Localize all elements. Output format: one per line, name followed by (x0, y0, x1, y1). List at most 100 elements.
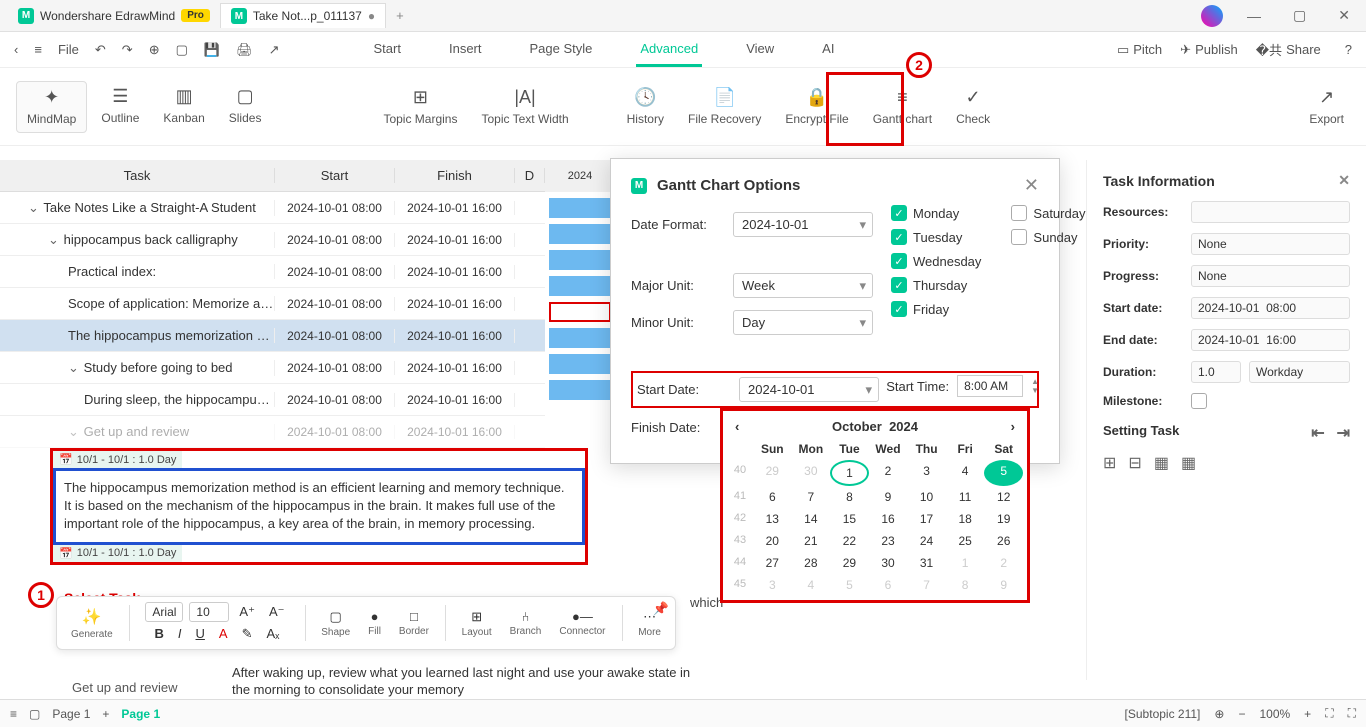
calendar-day[interactable]: 20 (753, 530, 792, 552)
monday-check[interactable]: ✓ (891, 205, 907, 221)
col-task[interactable]: Task (0, 168, 275, 183)
topic-text-width-button[interactable]: |A|Topic Text Width (471, 82, 578, 132)
table-row[interactable]: The hippocampus memorization me...2024-1… (0, 320, 545, 352)
start-date-value[interactable]: 2024-10-01 08:00 (1191, 297, 1350, 319)
italic-button[interactable]: I (174, 624, 186, 644)
maximize-button[interactable]: ▢ (1285, 3, 1314, 28)
user-avatar[interactable] (1201, 5, 1223, 27)
calendar-day[interactable]: 10 (907, 486, 946, 508)
table-row[interactable]: ⌄ Get up and review2024-10-01 08:002024-… (0, 416, 545, 448)
zoom-reset[interactable]: ⊕ (1214, 707, 1224, 721)
start-time-input[interactable]: 8:00 AM (957, 375, 1023, 397)
zoom-value[interactable]: 100% (1259, 707, 1290, 721)
zoom-in[interactable]: + (1304, 707, 1311, 721)
generate-button[interactable]: ✨ Generate (65, 607, 119, 640)
wednesday-check[interactable]: ✓ (891, 253, 907, 269)
panel-close[interactable]: ✕ (1338, 172, 1350, 189)
topic-margins-button[interactable]: ⊞Topic Margins (373, 82, 467, 132)
calendar-prev[interactable]: ‹ (735, 419, 739, 434)
calendar-day[interactable]: 29 (753, 460, 792, 486)
history-button[interactable]: 🕓History (617, 82, 674, 132)
calendar-day[interactable]: 3 (753, 574, 792, 596)
table-row[interactable]: Scope of application: Memorize all t...2… (0, 288, 545, 320)
font-size-select[interactable]: 10 (189, 602, 229, 622)
help-button[interactable]: ? (1339, 38, 1358, 61)
calendar-day[interactable]: 25 (946, 530, 985, 552)
gantt-bar[interactable] (549, 224, 611, 244)
open-button[interactable]: ▢ (170, 38, 194, 62)
add-tab-button[interactable]: + (386, 4, 414, 27)
major-unit-select[interactable]: Week (733, 273, 873, 298)
connector-button[interactable]: ●—Connector (553, 609, 611, 637)
table-row[interactable]: ⌄ Study before going to bed2024-10-01 08… (0, 352, 545, 384)
redo-button[interactable]: ↷ (116, 38, 139, 62)
calendar-day[interactable]: 31 (907, 552, 946, 574)
font-color-button[interactable]: A (215, 624, 232, 644)
font-decrease[interactable]: A⁻ (265, 602, 289, 622)
slides-button[interactable]: ▢Slides (219, 81, 272, 133)
calendar-day[interactable]: 21 (792, 530, 831, 552)
table-row[interactable]: Practical index:2024-10-01 08:002024-10-… (0, 256, 545, 288)
pitch-button[interactable]: ▭Pitch (1117, 42, 1162, 58)
page-select[interactable]: Page 1 (52, 707, 90, 721)
calendar-day[interactable]: 23 (869, 530, 908, 552)
pin-icon[interactable]: 📌 (653, 601, 669, 617)
tab-view[interactable]: View (742, 33, 778, 67)
calendar-day[interactable]: 26 (984, 530, 1023, 552)
thursday-check[interactable]: ✓ (891, 277, 907, 293)
gantt-bar[interactable] (549, 276, 611, 296)
document-tab[interactable]: M Take Not...p_011137 ● (220, 3, 386, 28)
outdent-icon[interactable]: ⇥ (1337, 423, 1350, 443)
add-icon[interactable]: ⊞ (1103, 453, 1116, 473)
calendar-day[interactable]: 8 (830, 486, 869, 508)
resources-input[interactable] (1191, 201, 1350, 223)
tuesday-check[interactable]: ✓ (891, 229, 907, 245)
save-button[interactable]: 💾 (198, 38, 226, 62)
calendar-day[interactable]: 1 (946, 552, 985, 574)
minor-unit-select[interactable]: Day (733, 310, 873, 335)
fill-button[interactable]: ●Fill (362, 609, 387, 637)
calendar-day[interactable]: 4 (946, 460, 985, 486)
page-tab-active[interactable]: Page 1 (121, 707, 160, 721)
priority-select[interactable]: None (1191, 233, 1350, 255)
indent-icon[interactable]: ⇤ (1311, 423, 1324, 443)
share-button[interactable]: �共Share (1256, 40, 1321, 59)
export-button[interactable]: ↗Export (1299, 82, 1354, 132)
gantt-bar[interactable] (549, 328, 611, 348)
kanban-button[interactable]: ▥Kanban (153, 81, 214, 133)
calendar-day[interactable]: 19 (984, 508, 1023, 530)
calendar-day[interactable]: 17 (907, 508, 946, 530)
table-row[interactable]: During sleep, the hippocampus ...2024-10… (0, 384, 545, 416)
menu-icon[interactable]: ≡ (28, 38, 48, 61)
underline-button[interactable]: U (192, 624, 209, 644)
calendar-next[interactable]: › (1011, 419, 1015, 434)
file-recovery-button[interactable]: 📄File Recovery (678, 82, 771, 132)
calendar-day[interactable]: 9 (984, 574, 1023, 596)
remove-icon[interactable]: ⊟ (1128, 453, 1141, 473)
dialog-close-button[interactable]: ✕ (1024, 175, 1039, 196)
calendar-day[interactable]: 7 (907, 574, 946, 596)
gantt-bar[interactable] (549, 198, 611, 218)
encrypt-file-button[interactable]: 🔒Encrypt File (775, 82, 858, 132)
sidebar-icon[interactable]: ▢ (29, 707, 40, 721)
calendar-day[interactable]: 4 (792, 574, 831, 596)
calendar-day[interactable]: 6 (869, 574, 908, 596)
clear-format-button[interactable]: Aₓ (262, 624, 283, 644)
calendar-day[interactable]: 5 (984, 460, 1023, 486)
gantt-chart-button[interactable]: ≡Gantt chart (863, 82, 942, 132)
tab-advanced[interactable]: Advanced (636, 33, 702, 67)
calendar-day[interactable]: 24 (907, 530, 946, 552)
layout-button[interactable]: ⊞Layout (456, 609, 498, 638)
calendar-day[interactable]: 7 (792, 486, 831, 508)
progress-select[interactable]: None (1191, 265, 1350, 287)
start-date-select[interactable]: 2024-10-01 (739, 377, 879, 402)
calendar-day[interactable]: 30 (869, 552, 908, 574)
node-text-editor[interactable]: The hippocampus memorization method is a… (53, 468, 585, 545)
outline-button[interactable]: ☰Outline (91, 81, 149, 133)
outline-view-icon[interactable]: ≡ (10, 707, 17, 721)
time-spinner[interactable]: ▲▼ (1031, 377, 1039, 395)
border-button[interactable]: □Border (393, 609, 435, 637)
calendar-day[interactable]: 14 (792, 508, 831, 530)
minimize-button[interactable]: — (1239, 4, 1269, 28)
saturday-check[interactable] (1011, 205, 1027, 221)
